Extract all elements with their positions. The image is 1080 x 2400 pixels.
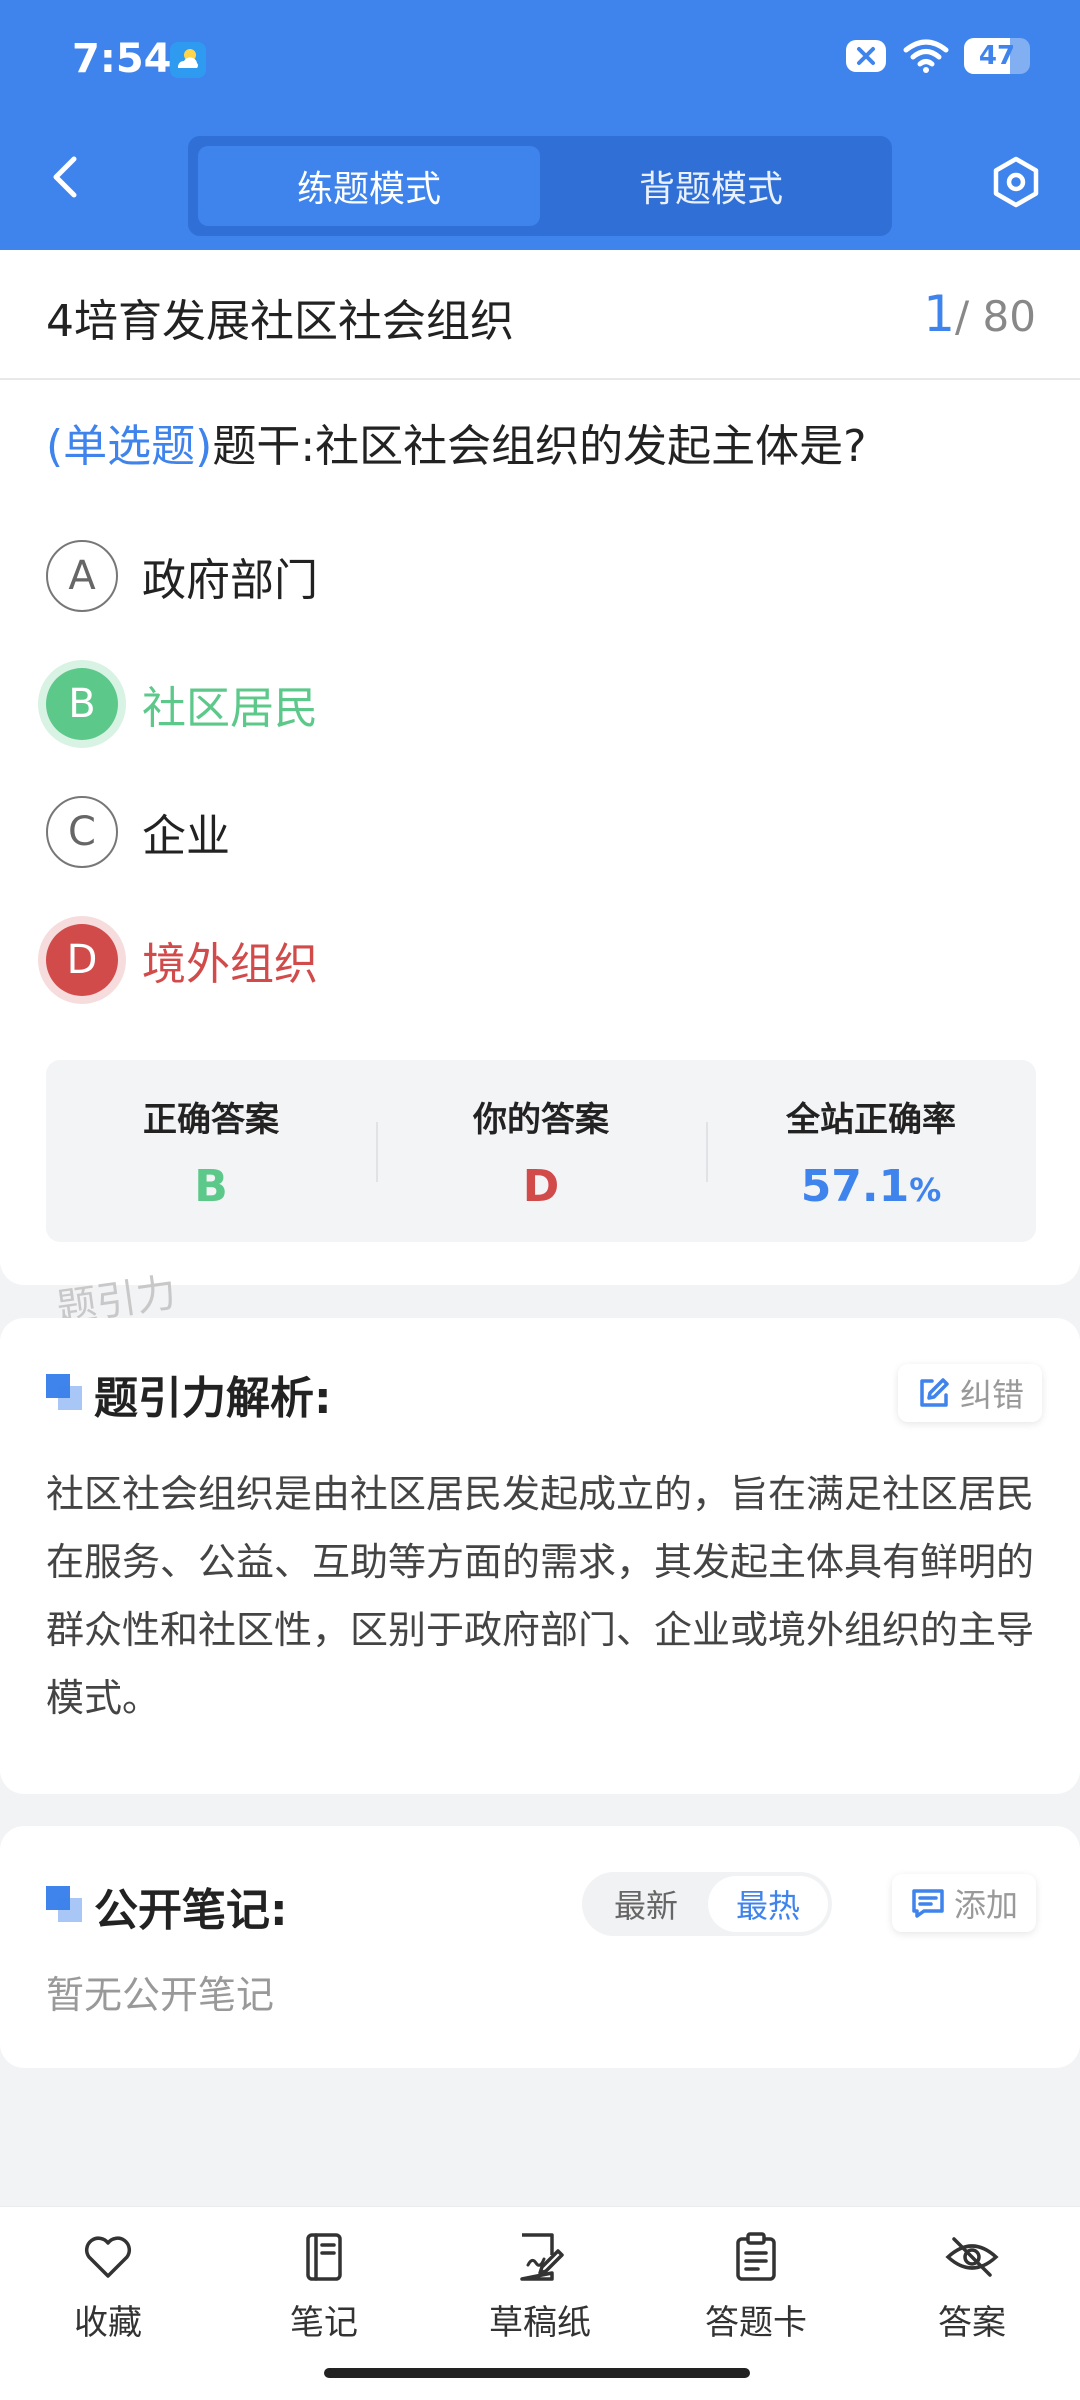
notes-title: 公开笔记: (94, 1885, 288, 1936)
tab-practice-mode[interactable]: 练题模式 (198, 146, 540, 226)
mode-switch: 练题模式 背题模式 (188, 136, 892, 236)
nav-label: 笔记 (290, 2303, 358, 2343)
nav-label: 答案 (938, 2303, 1006, 2343)
stat-label: 全站正确率 (786, 1100, 956, 1140)
your-answer-value: D (522, 1161, 560, 1212)
section-square-icon (46, 1374, 82, 1410)
sort-hot-button[interactable]: 最热 (708, 1876, 828, 1932)
status-bar: 7:54 47 (0, 0, 1080, 120)
stat-your-answer: 你的答案 D (376, 1060, 706, 1242)
sort-latest-button[interactable]: 最新 (586, 1876, 706, 1932)
divider (0, 378, 1080, 380)
answer-card-icon (736, 2232, 776, 2281)
progress-total: / 80 (955, 292, 1036, 341)
top-header: 7:54 47 练题模式 背题模式 (0, 0, 1080, 250)
analysis-title: 题引力解析: (94, 1373, 332, 1424)
nav-label: 答题卡 (705, 2303, 807, 2343)
wifi-icon (903, 39, 949, 73)
weather-icon (170, 42, 206, 78)
nav-label: 收藏 (74, 2303, 142, 2343)
option-text: 境外组织 (142, 939, 318, 990)
notebook-icon (306, 2233, 342, 2281)
chevron-left-icon (53, 156, 77, 198)
notification-x-icon (846, 40, 886, 72)
battery-indicator: 47 (964, 38, 1030, 74)
correct-answer-value: B (194, 1161, 228, 1212)
option-text: 社区居民 (142, 683, 318, 734)
answer-stats: 正确答案 B 你的答案 D 全站正确率 57.1% (46, 1060, 1036, 1242)
add-note-button[interactable]: 添加 (892, 1874, 1037, 1932)
add-note-label: 添加 (954, 1886, 1019, 1924)
back-button[interactable] (40, 152, 90, 202)
nav-scratch-paper[interactable]: 草稿纸 (455, 2229, 625, 2344)
option-letter: D (46, 924, 118, 996)
question-type: (单选题) (46, 421, 213, 472)
stat-correct-answer: 正确答案 B (46, 1060, 376, 1242)
nav-notes[interactable]: 笔记 (239, 2229, 409, 2344)
analysis-text: 社区社会组织是由社区居民发起成立的，旨在满足社区居民在服务、公益、互助等方面的需… (46, 1472, 1035, 1720)
heart-icon (84, 2236, 132, 2278)
battery-level: 47 (978, 41, 1016, 71)
progress-current: 1 (923, 285, 956, 343)
draft-icon (520, 2233, 564, 2281)
status-time: 7:54 (72, 36, 172, 82)
option-b[interactable]: B 社区居民 (46, 664, 946, 744)
stat-accuracy-rate: 全站正确率 57.1% (706, 1060, 1036, 1242)
option-text: 企业 (142, 811, 230, 862)
eye-off-icon (945, 2237, 999, 2277)
accuracy-rate-value: 57.1% (800, 1161, 942, 1212)
nav-favorite[interactable]: 收藏 (23, 2229, 193, 2344)
option-text: 政府部门 (142, 555, 318, 606)
question-stem: 题干:社区社会组织的发起主体是? (212, 421, 867, 472)
option-letter: B (46, 668, 118, 740)
report-error-label: 纠错 (960, 1376, 1025, 1414)
edit-icon (920, 1378, 949, 1407)
report-error-button[interactable]: 纠错 (898, 1364, 1043, 1422)
nav-label: 草稿纸 (489, 2303, 591, 2343)
notes-sort-toggle: 最新 最热 (582, 1872, 832, 1936)
home-indicator[interactable] (324, 2368, 750, 2378)
question-text: (单选题)题干:社区社会组织的发起主体是? (46, 410, 867, 474)
tab-memorize-mode[interactable]: 背题模式 (540, 146, 882, 226)
chapter-title: 4培育发展社区社会组织 (46, 296, 514, 347)
option-letter: A (46, 540, 118, 612)
no-notes-text: 暂无公开笔记 (46, 1973, 275, 2017)
nav-answer[interactable]: 答案 (887, 2229, 1057, 2344)
comment-icon (912, 1889, 944, 1918)
stat-label: 正确答案 (143, 1100, 279, 1140)
settings-gear-icon[interactable] (990, 156, 1042, 208)
nav-answer-card[interactable]: 答题卡 (671, 2229, 841, 2344)
option-a[interactable]: A 政府部门 (46, 536, 946, 616)
option-c[interactable]: C 企业 (46, 792, 946, 872)
stat-label: 你的答案 (473, 1100, 609, 1140)
status-icons: 47 (844, 38, 1030, 74)
notes-card (0, 1826, 1080, 2068)
question-progress: 1/ 80 (923, 285, 1036, 343)
option-letter: C (46, 796, 118, 868)
option-d[interactable]: D 境外组织 (46, 920, 946, 1000)
section-square-icon (46, 1886, 82, 1922)
